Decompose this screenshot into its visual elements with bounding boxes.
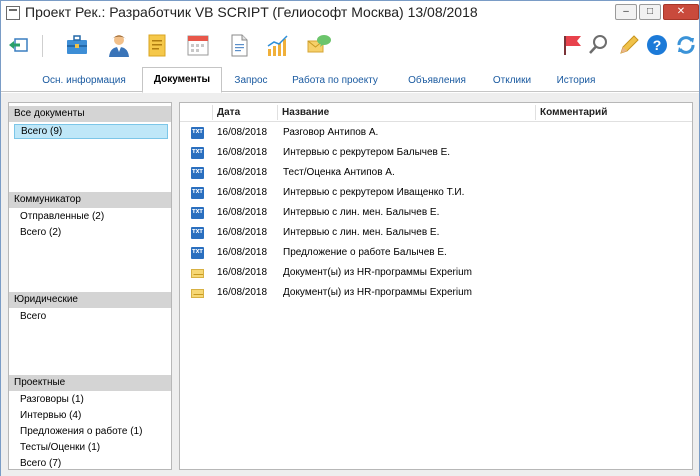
refresh-icon[interactable] bbox=[673, 32, 699, 58]
row-date: 16/08/2018 bbox=[217, 127, 268, 138]
app-icon bbox=[6, 6, 20, 20]
notepad-icon[interactable] bbox=[144, 32, 170, 58]
row-name: Разговор Антипов А. bbox=[283, 127, 379, 138]
table-row[interactable]: 16/08/2018 Документ(ы) из HR-программы E… bbox=[180, 283, 692, 303]
group-item-project-job-offers[interactable]: Предложения о работе (1) bbox=[20, 424, 142, 439]
row-date: 16/08/2018 bbox=[217, 147, 268, 158]
row-name: Документ(ы) из HR-программы Experium bbox=[283, 287, 472, 298]
svg-text:?: ? bbox=[653, 37, 662, 53]
title-bar[interactable]: Проект Рек.: Разработчик VB SCRIPT (Гели… bbox=[1, 1, 699, 25]
briefcase-icon[interactable] bbox=[64, 32, 90, 58]
row-name: Интервью с рекрутером Иващенко Т.И. bbox=[283, 187, 465, 198]
search-icon[interactable] bbox=[586, 32, 612, 58]
tab-advertisements[interactable]: Объявления bbox=[395, 71, 479, 92]
group-item-legal-total[interactable]: Всего bbox=[20, 309, 46, 324]
tab-strip: Осн. информация Документы Запрос Работа … bbox=[1, 67, 699, 93]
row-name: Тест/Оценка Антипов А. bbox=[283, 167, 395, 178]
row-name: Предложение о работе Балычев Е. bbox=[283, 247, 447, 258]
group-header-project: Проектные bbox=[9, 375, 171, 391]
minimize-button[interactable]: – bbox=[615, 4, 637, 20]
txt-file-icon bbox=[191, 207, 204, 219]
table-row[interactable]: 16/08/2018 Разговор Антипов А. bbox=[180, 123, 692, 143]
tab-documents[interactable]: Документы bbox=[142, 67, 222, 93]
txt-file-icon bbox=[191, 147, 204, 159]
group-item-project-conversations[interactable]: Разговоры (1) bbox=[20, 392, 84, 407]
table-row[interactable]: 16/08/2018 Интервью с лин. мен. Балычев … bbox=[180, 223, 692, 243]
group-item-project-total[interactable]: Всего (7) bbox=[20, 456, 61, 469]
group-item-all-total[interactable]: Всего (9) bbox=[14, 124, 168, 139]
column-header-name[interactable]: Название bbox=[282, 103, 330, 122]
toolbar: ? bbox=[1, 27, 699, 67]
table-row[interactable]: 16/08/2018 Интервью с рекрутером Иващенк… bbox=[180, 183, 692, 203]
column-separator[interactable] bbox=[535, 105, 536, 120]
window-title: Проект Рек.: Разработчик VB SCRIPT (Гели… bbox=[25, 4, 478, 20]
row-name: Интервью с лин. мен. Балычев Е. bbox=[283, 227, 440, 238]
envelope-icon bbox=[191, 289, 204, 298]
txt-file-icon bbox=[191, 187, 204, 199]
column-separator[interactable] bbox=[212, 105, 213, 120]
table-row[interactable]: 16/08/2018 Предложение о работе Балычев … bbox=[180, 243, 692, 263]
content-area: Все документы Всего (9) Коммуникатор Отп… bbox=[1, 93, 699, 476]
table-row[interactable]: 16/08/2018 Интервью с лин. мен. Балычев … bbox=[180, 203, 692, 223]
envelope-icon bbox=[191, 269, 204, 278]
close-button[interactable]: ✕ bbox=[663, 4, 699, 20]
row-date: 16/08/2018 bbox=[217, 287, 268, 298]
group-header-legal: Юридические bbox=[9, 292, 171, 308]
maximize-button[interactable]: □ bbox=[639, 4, 661, 20]
row-date: 16/08/2018 bbox=[217, 247, 268, 258]
message-icon[interactable] bbox=[306, 32, 332, 58]
table-row[interactable]: 16/08/2018 Документ(ы) из HR-программы E… bbox=[180, 263, 692, 283]
column-separator[interactable] bbox=[277, 105, 278, 120]
chart-icon[interactable] bbox=[265, 32, 291, 58]
row-name: Интервью с рекрутером Балычев Е. bbox=[283, 147, 451, 158]
documents-table: Дата Название Комментарий 16/08/2018 Раз… bbox=[179, 102, 693, 470]
tab-project-work[interactable]: Работа по проекту bbox=[282, 71, 388, 92]
group-header-all-documents: Все документы bbox=[9, 106, 171, 122]
group-item-project-tests[interactable]: Тесты/Оценки (1) bbox=[20, 440, 100, 455]
pencil-icon[interactable] bbox=[615, 32, 641, 58]
toolbar-separator bbox=[42, 35, 43, 57]
help-icon[interactable]: ? bbox=[644, 32, 670, 58]
row-date: 16/08/2018 bbox=[217, 167, 268, 178]
group-header-communicator: Коммуникатор bbox=[9, 192, 171, 208]
tab-request[interactable]: Запрос bbox=[227, 71, 275, 92]
txt-file-icon bbox=[191, 127, 204, 139]
row-date: 16/08/2018 bbox=[217, 227, 268, 238]
table-row[interactable]: 16/08/2018 Интервью с рекрутером Балычев… bbox=[180, 143, 692, 163]
back-icon[interactable] bbox=[6, 32, 32, 58]
group-item-communicator-total[interactable]: Всего (2) bbox=[20, 225, 61, 240]
document-groups-panel: Все документы Всего (9) Коммуникатор Отп… bbox=[8, 102, 172, 470]
tab-history[interactable]: История bbox=[545, 71, 607, 92]
column-header-date[interactable]: Дата bbox=[217, 103, 241, 122]
calendar-icon[interactable] bbox=[185, 32, 211, 58]
table-row[interactable]: 16/08/2018 Тест/Оценка Антипов А. bbox=[180, 163, 692, 183]
group-item-project-interviews[interactable]: Интервью (4) bbox=[20, 408, 81, 423]
tab-responses[interactable]: Отклики bbox=[484, 71, 540, 92]
txt-file-icon bbox=[191, 167, 204, 179]
document-icon[interactable] bbox=[226, 32, 252, 58]
txt-file-icon bbox=[191, 227, 204, 239]
txt-file-icon bbox=[191, 247, 204, 259]
flag-icon[interactable] bbox=[559, 32, 585, 58]
row-date: 16/08/2018 bbox=[217, 207, 268, 218]
row-date: 16/08/2018 bbox=[217, 187, 268, 198]
group-item-communicator-sent[interactable]: Отправленные (2) bbox=[20, 209, 104, 224]
row-date: 16/08/2018 bbox=[217, 267, 268, 278]
person-icon[interactable] bbox=[106, 32, 132, 58]
tab-main-info[interactable]: Осн. информация bbox=[32, 71, 136, 92]
row-name: Документ(ы) из HR-программы Experium bbox=[283, 267, 472, 278]
row-name: Интервью с лин. мен. Балычев Е. bbox=[283, 207, 440, 218]
document-window: Проект Рек.: Разработчик VB SCRIPT (Гели… bbox=[0, 0, 700, 476]
column-header-comment[interactable]: Комментарий bbox=[540, 103, 608, 122]
table-header bbox=[180, 103, 692, 122]
